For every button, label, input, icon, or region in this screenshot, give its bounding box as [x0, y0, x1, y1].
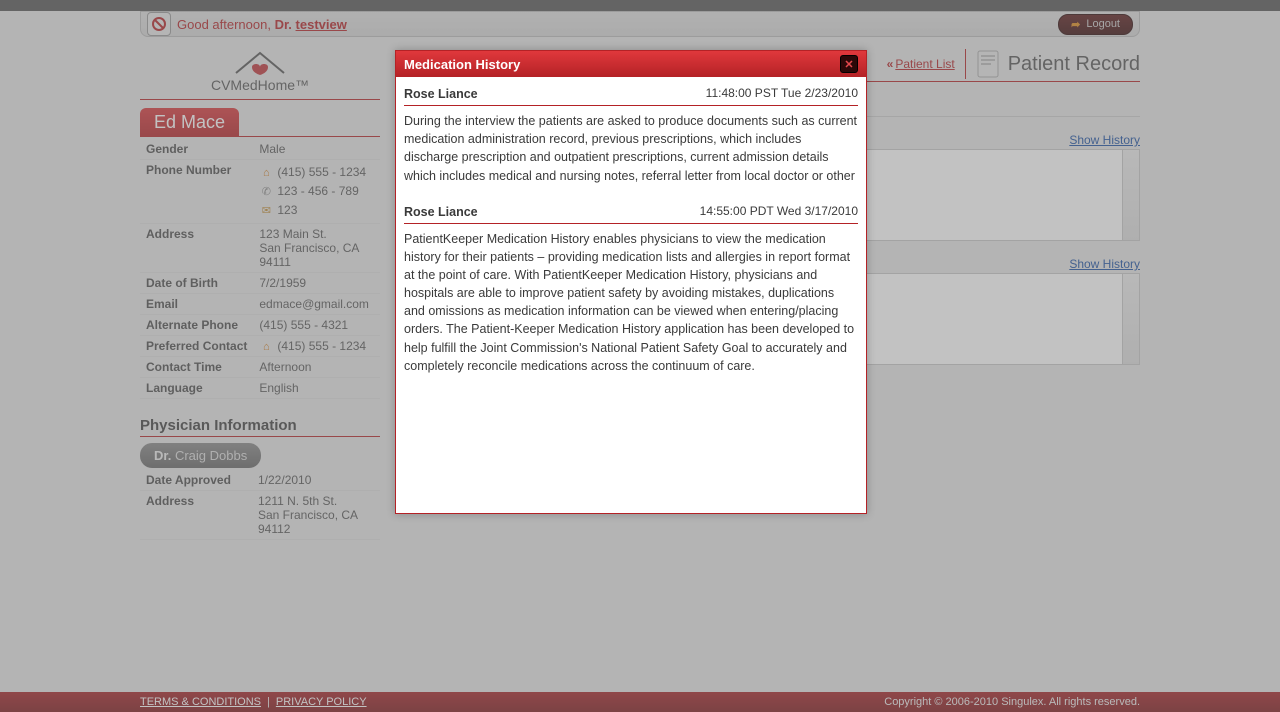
entry-body: PatientKeeper Medication History enables… — [404, 230, 858, 375]
medication-history-modal: Medication History ✕ Rose Liance 11:48:0… — [395, 50, 867, 514]
entry-timestamp: 11:48:00 PST Tue 2/23/2010 — [706, 85, 858, 103]
close-icon[interactable]: ✕ — [840, 55, 858, 73]
entry-author: Rose Liance — [404, 85, 478, 103]
entry-author: Rose Liance — [404, 203, 478, 221]
history-entry: Rose Liance 14:55:00 PDT Wed 3/17/2010 P… — [404, 203, 858, 375]
entry-timestamp: 14:55:00 PDT Wed 3/17/2010 — [700, 203, 858, 221]
modal-body: Rose Liance 11:48:00 PST Tue 2/23/2010 D… — [396, 77, 866, 513]
modal-header: Medication History ✕ — [396, 51, 866, 77]
entry-body: During the interview the patients are as… — [404, 112, 858, 185]
modal-title: Medication History — [404, 57, 520, 72]
history-entry: Rose Liance 11:48:00 PST Tue 2/23/2010 D… — [404, 85, 858, 185]
